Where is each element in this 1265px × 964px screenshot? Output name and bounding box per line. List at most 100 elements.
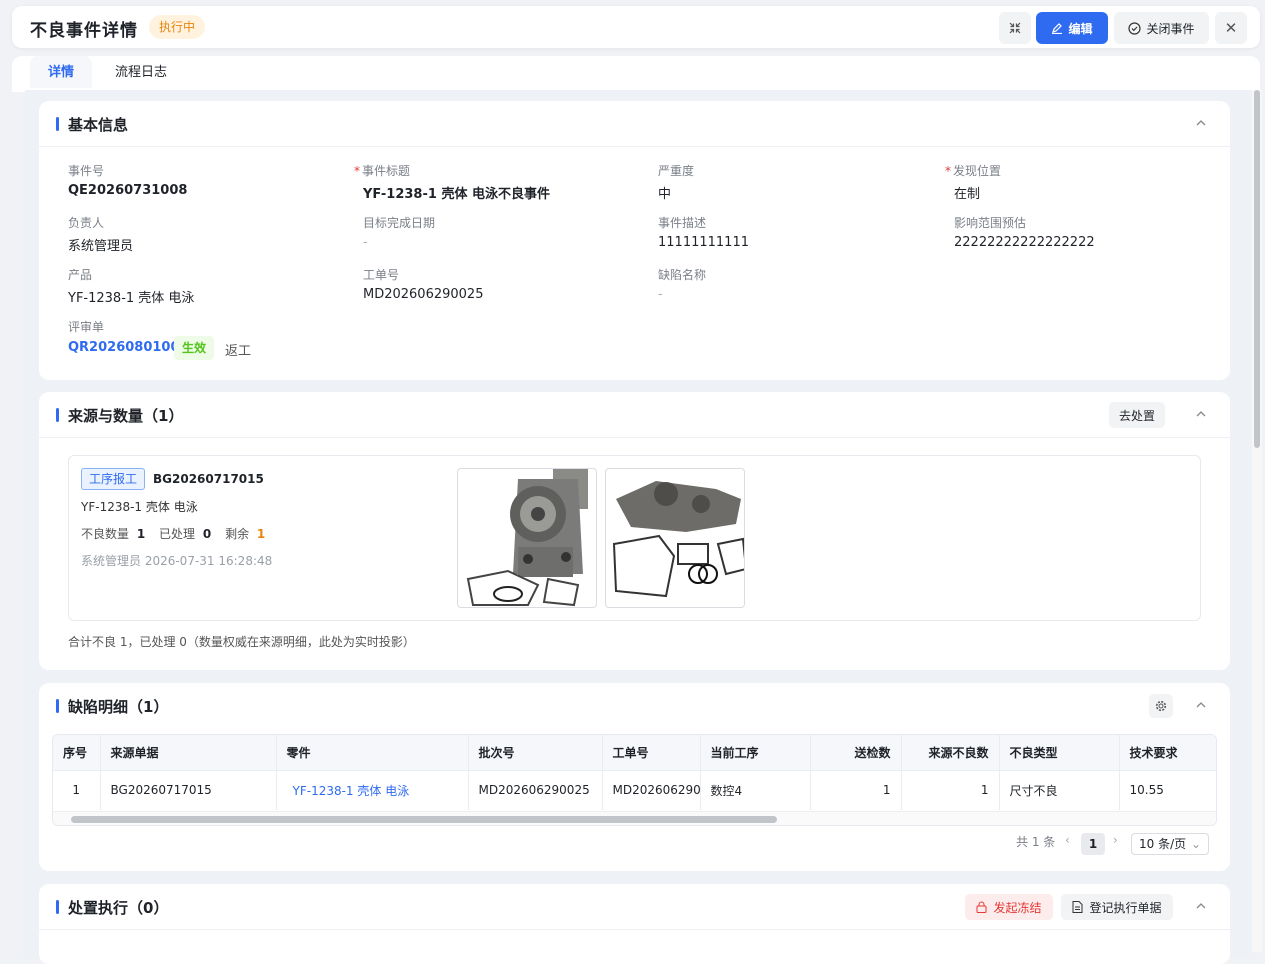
column-header: 零件 xyxy=(276,735,469,770)
field-label: 负责人 xyxy=(68,214,104,231)
column-header: 送检数 xyxy=(810,735,902,770)
operator-time: 系统管理员 2026-07-31 16:28:48 xyxy=(81,554,273,568)
column-header: 批次号 xyxy=(468,735,603,770)
column-header: 来源单据 xyxy=(100,735,277,770)
register-label: 登记执行单据 xyxy=(1089,900,1162,915)
field-label: 严重度 xyxy=(658,162,694,179)
field-label: * 事件标题 xyxy=(354,162,410,179)
table-cell: 1 xyxy=(53,769,101,810)
column-header: 来源不良数 xyxy=(901,735,1000,770)
collapse-arrows-icon xyxy=(1009,22,1021,34)
section-title: 缺陷明细（1） xyxy=(68,698,169,716)
defects-card: 缺陷明细（1） 序号 来源单据 零件 批次号 工单号 当前工序 送检数 来源不良数 不良类型 技术… xyxy=(39,683,1230,871)
freeze-label: 发起冻结 xyxy=(993,900,1042,915)
process-button[interactable]: 去处置 xyxy=(1109,402,1165,428)
source-doc-number: BG20260717015 xyxy=(153,472,264,486)
column-header: 序号 xyxy=(53,735,101,770)
field-value: 11111111111 xyxy=(658,235,749,250)
field-label-text: 事件号 xyxy=(68,164,105,178)
table-cell: BG20260717015 xyxy=(100,769,277,810)
field-label-text: 事件标题 xyxy=(362,164,411,178)
tab-details[interactable]: 详情 xyxy=(30,56,93,90)
required-mark: * xyxy=(945,164,951,178)
chevron-down-icon: ⌄ xyxy=(1190,837,1201,851)
tab-bar: 详情 流程日志 xyxy=(12,56,1260,92)
table-row[interactable]: 1 BG20260717015 YF-1238-1 壳体 电泳 MD202606290… xyxy=(53,769,1216,810)
collapse-button[interactable] xyxy=(999,12,1031,44)
lock-icon xyxy=(976,901,987,913)
field-value: - xyxy=(363,235,368,250)
remain-qty-label: 剩余 xyxy=(225,527,250,541)
tab-process-log[interactable]: 流程日志 xyxy=(97,56,185,90)
chevron-up-icon[interactable] xyxy=(1194,698,1208,712)
part-photo-2[interactable] xyxy=(605,468,745,608)
close-icon[interactable]: ✕ xyxy=(1215,12,1247,44)
quantity-row: 不良数量 1 已处理 0 剩余 1 xyxy=(81,525,265,542)
page-title: 不良事件详情 xyxy=(30,21,138,41)
table-cell: 1 xyxy=(901,769,1000,810)
edit-button[interactable]: 编辑 xyxy=(1036,12,1108,44)
content-area: 基本信息 事件号 QE20260731008 * 事件标题 YF-1238-1 壳体 电… xyxy=(25,90,1255,964)
field-value: 在制 xyxy=(954,187,981,202)
chevron-up-icon[interactable] xyxy=(1194,407,1208,421)
part-photo-1[interactable] xyxy=(457,468,597,608)
review-label: 评审单 xyxy=(68,320,105,334)
section-bar xyxy=(56,900,59,914)
field-label: * 发现位置 xyxy=(945,162,1001,179)
status-badge: 执行中 xyxy=(149,15,206,39)
field-label: 目标完成日期 xyxy=(363,214,435,231)
column-header: 工单号 xyxy=(602,735,701,770)
scrollbar-thumb[interactable] xyxy=(1254,90,1260,448)
next-page-icon[interactable]: › xyxy=(1113,833,1118,847)
horizontal-scrollbar[interactable] xyxy=(53,811,1216,825)
freeze-button[interactable]: 发起冻结 xyxy=(965,894,1053,920)
pagination-total: 共 1 条 xyxy=(1016,835,1056,849)
water-pump-image xyxy=(466,469,588,607)
source-product: YF-1238-1 壳体 电泳 xyxy=(81,500,198,514)
field-label: 缺陷名称 xyxy=(658,266,706,283)
field-label-text: 事件描述 xyxy=(658,216,707,230)
bad-qty-label: 不良数量 xyxy=(81,527,130,541)
page-size-select[interactable]: 10 条/页 ⌄ xyxy=(1131,833,1209,855)
register-exec-doc-button[interactable]: 登记执行单据 xyxy=(1061,894,1173,920)
vertical-scrollbar[interactable] xyxy=(1252,90,1262,952)
remain-qty: 1 xyxy=(256,527,266,541)
field-label: 产品 xyxy=(68,266,92,283)
gear-icon xyxy=(1155,700,1167,712)
settings-button[interactable] xyxy=(1149,694,1173,718)
section-title: 处置执行（0） xyxy=(68,899,169,917)
done-qty: 0 xyxy=(202,527,212,541)
field-label: 事件描述 xyxy=(658,214,706,231)
scrollbar-thumb[interactable] xyxy=(71,816,777,823)
table-cell[interactable]: YF-1238-1 壳体 电泳 xyxy=(276,769,469,810)
page-size-value: 10 条/页 xyxy=(1139,837,1187,851)
close-event-button[interactable]: 关闭事件 xyxy=(1114,12,1209,44)
card-header: 来源与数量（1） 去处置 xyxy=(39,392,1230,438)
chevron-up-icon[interactable] xyxy=(1194,899,1208,913)
field-label-text: 产品 xyxy=(68,268,93,282)
edit-icon xyxy=(1052,23,1063,34)
document-icon xyxy=(1072,901,1083,913)
bad-qty: 1 xyxy=(136,527,146,541)
column-header: 不良类型 xyxy=(999,735,1120,770)
page-header: 不良事件详情 执行中 编辑 关闭事件 ✕ xyxy=(12,6,1260,48)
water-pump-gasket-image xyxy=(612,481,744,598)
review-link[interactable]: QR20260801001 xyxy=(68,340,189,355)
section-title: 基本信息 xyxy=(68,116,129,134)
field-value: 中 xyxy=(658,187,672,202)
edit-label: 编辑 xyxy=(1068,21,1093,36)
field-value: 22222222222222222 xyxy=(954,235,1095,250)
card-header: 基本信息 xyxy=(39,101,1230,147)
field-label-text: 发现位置 xyxy=(953,164,1002,178)
done-qty-label: 已处理 xyxy=(159,527,196,541)
field-label-text: 严重度 xyxy=(658,164,695,178)
table: 序号 来源单据 零件 批次号 工单号 当前工序 送检数 来源不良数 不良类型 技术要求 1 BG20… xyxy=(53,735,1216,810)
check-circle-icon xyxy=(1128,21,1142,35)
page-number[interactable]: 1 xyxy=(1081,833,1105,855)
table-cell: 1 xyxy=(810,769,902,810)
field-value: - xyxy=(658,287,663,302)
prev-page-icon[interactable]: ‹ xyxy=(1065,833,1070,847)
field-label-text: 目标完成日期 xyxy=(363,216,436,230)
basic-info-card: 基本信息 事件号 QE20260731008 * 事件标题 YF-1238-1 壳体 电… xyxy=(39,101,1230,380)
chevron-up-icon[interactable] xyxy=(1194,116,1208,130)
